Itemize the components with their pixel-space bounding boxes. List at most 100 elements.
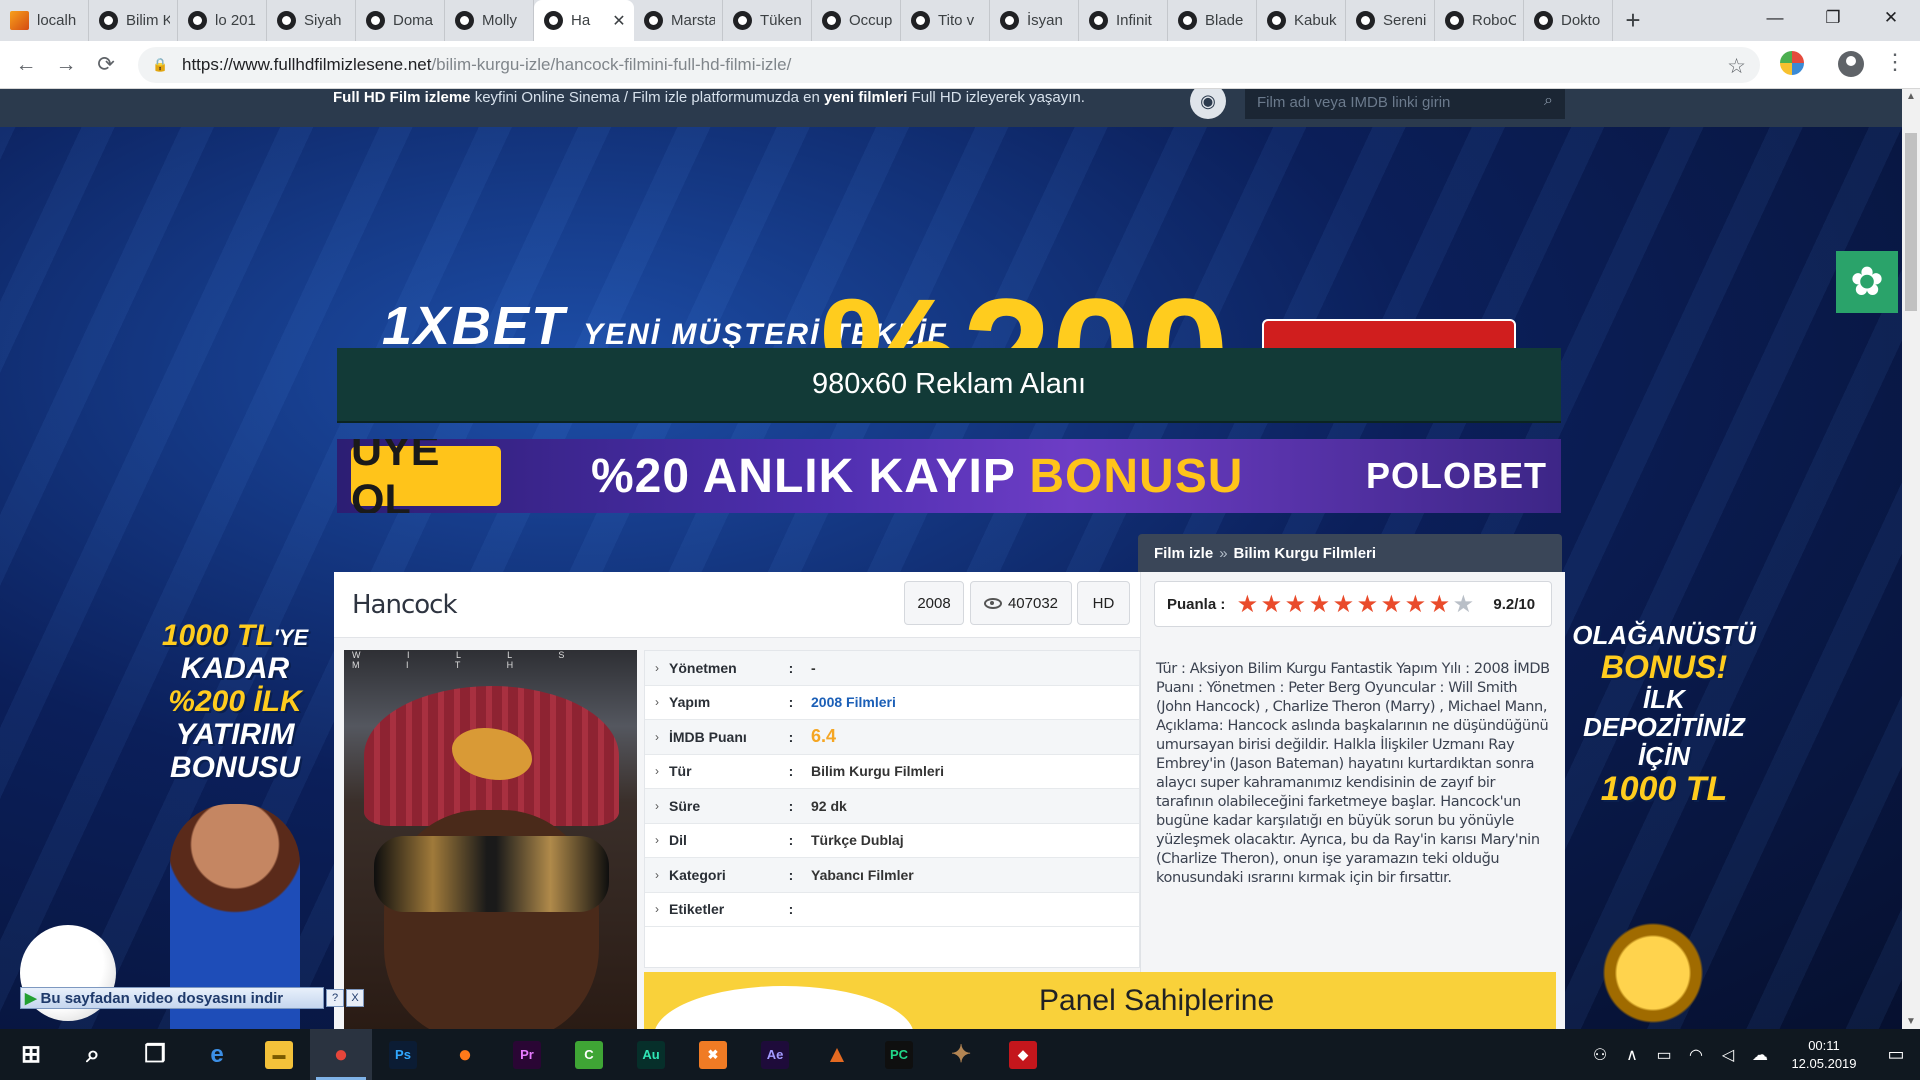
browser-tab[interactable]: Tüken — [723, 0, 812, 41]
browser-tab[interactable]: Siyah — [267, 0, 356, 41]
browser-tab[interactable]: Tito v — [901, 0, 990, 41]
people-icon[interactable]: ⚇ — [1584, 1045, 1616, 1065]
account-avatar-icon[interactable] — [1838, 51, 1864, 77]
battery-icon[interactable]: ▭ — [1648, 1045, 1680, 1065]
tab-close-icon[interactable]: ✕ — [611, 11, 627, 31]
polobet-banner[interactable]: ÜYE OL %20 ANLIK KAYIP BONUSU POLOBET — [337, 439, 1561, 513]
site-topbar: Full HD Film izleme keyfini Online Sinem… — [0, 89, 1902, 127]
ad-slot-980x60[interactable]: 980x60 Reklam Alanı — [337, 348, 1561, 423]
after-effects-glyph: Ae — [761, 1040, 789, 1069]
browser-tab[interactable]: Kabuk — [1257, 0, 1346, 41]
download-video-button[interactable]: ▶ Bu sayfadan video dosyasını indir — [20, 987, 324, 1009]
taskbar-audition-icon[interactable]: Au — [620, 1029, 682, 1080]
browser-menu-icon[interactable]: ⋮ — [1884, 49, 1906, 75]
detail-key: Tür — [669, 763, 692, 780]
detail-value[interactable]: 2008 Filmleri — [803, 694, 896, 710]
rating-star-icon[interactable]: ★ — [1283, 590, 1307, 619]
scroll-up-arrow[interactable]: ▲ — [1906, 91, 1916, 102]
taskbar-acrobat-icon[interactable]: ◆ — [992, 1029, 1054, 1080]
taskbar-matlab-icon[interactable]: ▲ — [806, 1029, 868, 1080]
taskbar-pycharm-icon[interactable]: PC — [868, 1029, 930, 1080]
movie-poster[interactable]: W I L L S M I T H — [344, 650, 637, 1029]
browser-tab[interactable]: Sereni — [1346, 0, 1435, 41]
rating-star-icon[interactable]: ★ — [1355, 590, 1379, 619]
reload-button[interactable]: ⟳ — [86, 45, 126, 85]
taskbar-camtasia-icon[interactable]: C — [558, 1029, 620, 1080]
browser-tab[interactable]: Infinit — [1079, 0, 1168, 41]
right-side-ad[interactable]: OLAĞANÜSTÜ BONUS! İLK DEPOZİTİNİZ İÇİN 1… — [1566, 621, 1762, 808]
address-bar[interactable]: 🔒 https://www.fullhdfilmizlesene.net/bil… — [138, 47, 1760, 83]
rating-star-icon[interactable]: ★ — [1451, 590, 1475, 619]
rating-star-icon[interactable]: ★ — [1379, 590, 1403, 619]
browser-tab[interactable]: Marsta — [634, 0, 723, 41]
minimize-button[interactable]: — — [1746, 0, 1804, 36]
clover-sticker-icon[interactable]: ✿ — [1836, 251, 1898, 313]
rating-star-icon[interactable]: ★ — [1331, 590, 1355, 619]
browser-tab[interactable]: lo 201 — [178, 0, 267, 41]
left-side-ad[interactable]: 1000 TL'YE KADAR %200 İLK YATIRIM BONUSU — [140, 619, 330, 784]
taskbar-chrome-icon[interactable]: ● — [310, 1029, 372, 1080]
clock-time: 00:11 — [1808, 1037, 1840, 1053]
taskbar-search-icon[interactable]: ⌕ — [62, 1029, 124, 1080]
bottom-ad-banner[interactable]: Panel Sahiplerine — [644, 972, 1556, 1029]
scroll-down-arrow[interactable]: ▼ — [1906, 1016, 1916, 1027]
rating-star-icon[interactable]: ★ — [1427, 590, 1451, 619]
taskbar-file-explorer-icon[interactable]: ▬ — [248, 1029, 310, 1080]
browser-tab[interactable]: Ha ✕ — [534, 0, 634, 41]
polobet-signup[interactable]: ÜYE OL — [351, 439, 501, 513]
download-help-button[interactable]: ? — [326, 989, 344, 1007]
rss-icon[interactable]: ◉ — [1190, 89, 1226, 119]
close-window-button[interactable]: ✕ — [1862, 0, 1920, 36]
browser-tab[interactable]: İsyan — [990, 0, 1079, 41]
download-close-button[interactable]: X — [346, 989, 364, 1007]
notification-center-icon[interactable]: ▭ — [1872, 1044, 1920, 1065]
cloud-icon[interactable]: ☁ — [1744, 1045, 1776, 1065]
back-button[interactable]: ← — [6, 45, 46, 85]
maximize-button[interactable]: ❐ — [1804, 0, 1862, 36]
browser-tab[interactable]: Molly — [445, 0, 534, 41]
search-icon[interactable]: ⌕ — [1544, 92, 1553, 110]
system-clock[interactable]: 00:11 12.05.2019 — [1776, 1037, 1872, 1073]
taskbar-firefox-icon[interactable]: ● — [434, 1029, 496, 1080]
detail-row: › Yönetmen: - — [645, 651, 1139, 686]
taskbar-task-view-icon[interactable]: ❒ — [124, 1029, 186, 1080]
browser-tab[interactable]: Bilim K — [89, 0, 178, 41]
tab-title: Sereni — [1383, 12, 1427, 29]
film-reel-icon — [1356, 11, 1375, 30]
rating-star-icon[interactable]: ★ — [1403, 590, 1427, 619]
taskbar-start-icon[interactable]: ⊞ — [0, 1029, 62, 1080]
rating-star-icon[interactable]: ★ — [1307, 590, 1331, 619]
movie-panel: Hancock 2008 407032 HD Puanla : ★ ★ ★ ★ ★ ★ ★ ★… — [334, 572, 1565, 1029]
wifi-icon[interactable]: ◠ — [1680, 1045, 1712, 1065]
new-tab-button[interactable]: + — [1613, 0, 1653, 41]
taskbar-after-effects-icon[interactable]: Ae — [744, 1029, 806, 1080]
taskbar-xampp-icon[interactable]: ✖ — [682, 1029, 744, 1080]
column-divider — [1140, 572, 1141, 1029]
breadcrumb-category[interactable]: Bilim Kurgu Filmleri — [1234, 545, 1377, 562]
tray-chevron-icon[interactable]: ∧ — [1616, 1045, 1648, 1065]
extension-icon[interactable] — [1780, 51, 1804, 75]
browser-tab[interactable]: Blade — [1168, 0, 1257, 41]
bookmark-star-icon[interactable]: ☆ — [1727, 54, 1746, 79]
views-chip: 407032 — [970, 581, 1072, 625]
rating-star-icon[interactable]: ★ — [1235, 590, 1259, 619]
search-input[interactable]: Film adı veya IMDB linki girin ⌕ — [1245, 89, 1565, 119]
browser-tab[interactable]: Dokto — [1524, 0, 1613, 41]
browser-tab[interactable]: localh — [0, 0, 89, 41]
taskbar-game-icon[interactable]: ✦ — [930, 1029, 992, 1080]
scroll-thumb[interactable] — [1905, 133, 1917, 311]
browser-tab[interactable]: Doma — [356, 0, 445, 41]
breadcrumb-home[interactable]: Film izle — [1154, 545, 1213, 562]
taskbar-photoshop-icon[interactable]: Ps — [372, 1029, 434, 1080]
browser-tab[interactable]: Occup — [812, 0, 901, 41]
volume-icon[interactable]: ◁ — [1712, 1045, 1744, 1065]
taskbar-edge-icon[interactable]: e — [186, 1029, 248, 1080]
browser-tab[interactable]: RoboC — [1435, 0, 1524, 41]
page-scrollbar[interactable]: ▲ ▼ — [1902, 89, 1920, 1029]
detail-row: › Süre:92 dk — [645, 789, 1139, 824]
rating-star-icon[interactable]: ★ — [1259, 590, 1283, 619]
taskbar-premiere-icon[interactable]: Pr — [496, 1029, 558, 1080]
phpmyadmin-icon — [10, 11, 29, 30]
film-reel-icon — [366, 11, 385, 30]
forward-button[interactable]: → — [46, 45, 86, 85]
